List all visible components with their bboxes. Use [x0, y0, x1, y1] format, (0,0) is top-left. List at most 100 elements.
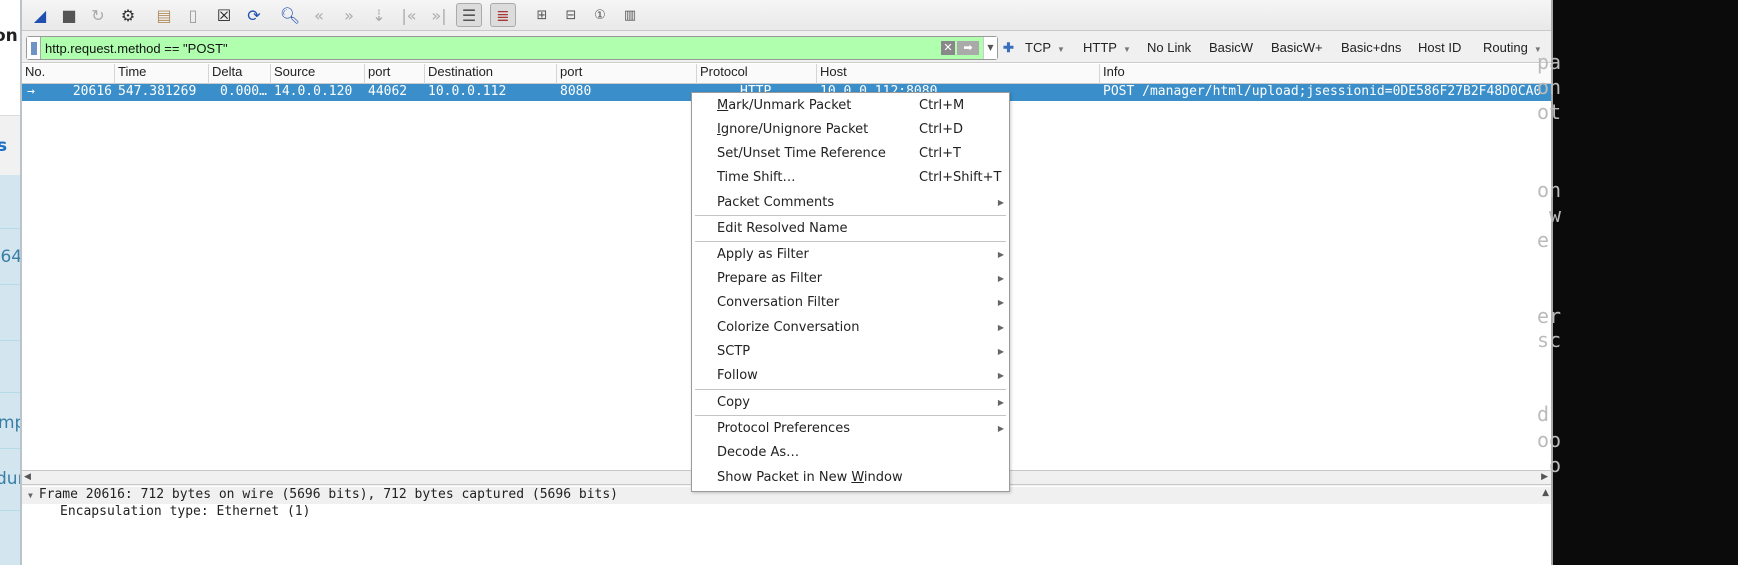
menu-item-protocol-preferences[interactable]: Protocol Preferences ▶: [692, 417, 1009, 441]
reload-file-icon[interactable]: ⟳: [242, 3, 266, 27]
menu-item-ignore-unignore-packet[interactable]: Ignore/Unignore Packet Ctrl+D: [692, 118, 1009, 142]
go-back-icon[interactable]: «: [307, 3, 331, 27]
column-header-destination-port[interactable]: port: [557, 64, 697, 84]
apply-filter-icon[interactable]: ➡: [957, 41, 979, 55]
menu-item-packet-comments[interactable]: Packet Comments ▶: [692, 191, 1009, 215]
submenu-arrow-icon: ▶: [997, 250, 1004, 259]
go-forward-icon[interactable]: »: [337, 3, 361, 27]
last-packet-icon[interactable]: »|: [427, 3, 451, 27]
filter-button-host-id[interactable]: Host ID: [1418, 40, 1461, 55]
submenu-arrow-icon: ▶: [997, 298, 1004, 307]
details-scroll-up-icon[interactable]: ▲: [1542, 488, 1549, 498]
close-file-icon[interactable]: ☒: [212, 3, 236, 27]
display-filter-input[interactable]: [41, 40, 941, 56]
filter-button-basicw[interactable]: BasicW: [1209, 40, 1253, 55]
menu-item-label: Mark/Unmark Packet: [717, 98, 852, 113]
column-header-source-port[interactable]: port: [365, 64, 425, 84]
menu-item-decode-as[interactable]: Decode As…: [692, 441, 1009, 465]
menu-item-label: Apply as Filter: [717, 247, 809, 262]
terminal-text-fragment: er: [1537, 304, 1562, 328]
column-header-host[interactable]: Host: [817, 64, 1100, 84]
resize-columns-icon[interactable]: ▥: [618, 3, 642, 27]
restart-capture-icon[interactable]: ↻: [86, 3, 110, 27]
column-header-delta[interactable]: Delta: [209, 64, 271, 84]
menu-item-edit-resolved-name[interactable]: Edit Resolved Name: [692, 217, 1009, 241]
menu-item-prepare-as-filter[interactable]: Prepare as Filter ▶: [692, 267, 1009, 291]
terminal-text-fragment: ot: [1537, 100, 1562, 124]
menu-item-follow[interactable]: Follow ▶: [692, 364, 1009, 388]
filter-history-dropdown[interactable]: ▼: [983, 37, 997, 59]
menu-item-colorize-conversation[interactable]: Colorize Conversation ▶: [692, 316, 1009, 340]
menu-item-conversation-filter[interactable]: Conversation Filter ▶: [692, 291, 1009, 315]
column-header-info[interactable]: Info: [1100, 64, 1553, 84]
submenu-arrow-icon: ▶: [997, 347, 1004, 356]
cell-time: 547.381269: [118, 84, 197, 99]
menu-separator: [695, 241, 1006, 242]
tree-item-encapsulation[interactable]: Encapsulation type: Ethernet (1): [22, 504, 310, 521]
filter-button-basicw-plus[interactable]: BasicW+: [1271, 40, 1323, 55]
menu-item-set-unset-time-reference[interactable]: Set/Unset Time Reference Ctrl+T: [692, 142, 1009, 166]
open-file-icon[interactable]: ▤: [152, 3, 176, 27]
menu-item-label: Protocol Preferences: [717, 421, 850, 436]
add-filter-button-icon[interactable]: ✚: [1003, 40, 1014, 56]
zoom-out-icon[interactable]: ⊟: [559, 3, 583, 27]
menu-item-label: SCTP: [717, 344, 751, 359]
submenu-arrow-icon: ▶: [997, 424, 1004, 433]
filter-button-http[interactable]: HTTP ▼: [1083, 40, 1131, 55]
save-file-icon[interactable]: ▯: [181, 3, 205, 27]
filter-button-routing[interactable]: Routing ▼: [1483, 40, 1542, 55]
menu-item-show-packet-in-new-window[interactable]: Show Packet in New Window: [692, 466, 1009, 490]
clear-filter-icon[interactable]: ✕: [941, 41, 955, 55]
packet-details-pane: ▼ Frame 20616: 712 bytes on wire (5696 bi…: [22, 486, 1551, 565]
menu-item-label: Follow: [717, 368, 758, 383]
start-capture-icon[interactable]: ◢: [28, 3, 52, 27]
column-header-destination[interactable]: Destination: [425, 64, 557, 84]
terminal-text-fragment: w: [1537, 203, 1562, 227]
menu-item-shortcut: Ctrl+Shift+T: [919, 170, 1002, 185]
column-header-source[interactable]: Source: [271, 64, 365, 84]
packet-context-menu: Mark/Unmark Packet Ctrl+M Ignore/Unignore …: [691, 92, 1010, 492]
filter-button-no-link[interactable]: No Link: [1147, 40, 1191, 55]
page-fragment: e64: [0, 247, 22, 267]
terminal-text-fragment: o: [1537, 453, 1562, 477]
menu-item-time-shift[interactable]: Time Shift… Ctrl+Shift+T: [692, 166, 1009, 190]
first-packet-icon[interactable]: |«: [397, 3, 421, 27]
go-to-packet-icon[interactable]: ⇣: [367, 3, 391, 27]
menu-item-shortcut: Ctrl+M: [919, 98, 965, 113]
submenu-arrow-icon: ▶: [997, 323, 1004, 332]
menu-item-label: Ignore/Unignore Packet: [717, 122, 869, 137]
column-header-time[interactable]: Time: [115, 64, 209, 84]
terminal-text-fragment: on: [1537, 178, 1562, 202]
terminal-text-fragment: pa: [1537, 50, 1562, 74]
scroll-left-icon[interactable]: ◀: [24, 472, 31, 482]
menu-item-mark-unmark-packet[interactable]: Mark/Unmark Packet Ctrl+M: [692, 94, 1009, 118]
display-filter-field: ✕ ➡ ▼: [26, 36, 998, 60]
menu-item-label: Edit Resolved Name: [717, 221, 848, 236]
colorize-icon[interactable]: ≣: [490, 3, 516, 27]
menu-item-sctp[interactable]: SCTP ▶: [692, 340, 1009, 364]
menu-item-copy[interactable]: Copy ▶: [692, 391, 1009, 415]
filter-button-tcp[interactable]: TCP ▼: [1025, 40, 1065, 55]
cell-info: POST /manager/html/upload;jsessionid=0DE…: [1103, 84, 1542, 99]
normal-size-icon[interactable]: ①: [588, 3, 612, 27]
capture-options-icon[interactable]: ⚙: [116, 3, 140, 27]
column-header-protocol[interactable]: Protocol: [697, 64, 817, 84]
page-fragment: on: [0, 26, 18, 46]
expand-arrow-icon[interactable]: ▼: [28, 491, 33, 500]
menu-item-label: Conversation Filter: [717, 295, 840, 310]
menu-item-apply-as-filter[interactable]: Apply as Filter ▶: [692, 243, 1009, 267]
find-packet-icon[interactable]: 🔍︎: [278, 3, 302, 27]
packet-list-header: No. Time Delta Source port Destination p…: [22, 64, 1551, 84]
submenu-arrow-icon: ▶: [997, 398, 1004, 407]
submenu-arrow-icon: ▶: [997, 198, 1004, 207]
zoom-in-icon[interactable]: ⊞: [530, 3, 554, 27]
autoscroll-icon[interactable]: ☰: [456, 3, 482, 27]
stop-capture-icon[interactable]: ■: [57, 3, 81, 27]
display-filter-bar: ✕ ➡ ▼ ✚ TCP▼ HTTP▼ No Link BasicW BasicW…: [22, 33, 1551, 63]
menu-item-label: Prepare as Filter: [717, 271, 823, 286]
filter-button-basic-dns[interactable]: Basic+dns: [1341, 40, 1401, 55]
cell-destination-port: 8080: [560, 84, 592, 99]
menu-item-label: Time Shift…: [717, 170, 796, 185]
column-header-no[interactable]: No.: [22, 64, 115, 84]
bookmark-icon[interactable]: [27, 37, 41, 59]
